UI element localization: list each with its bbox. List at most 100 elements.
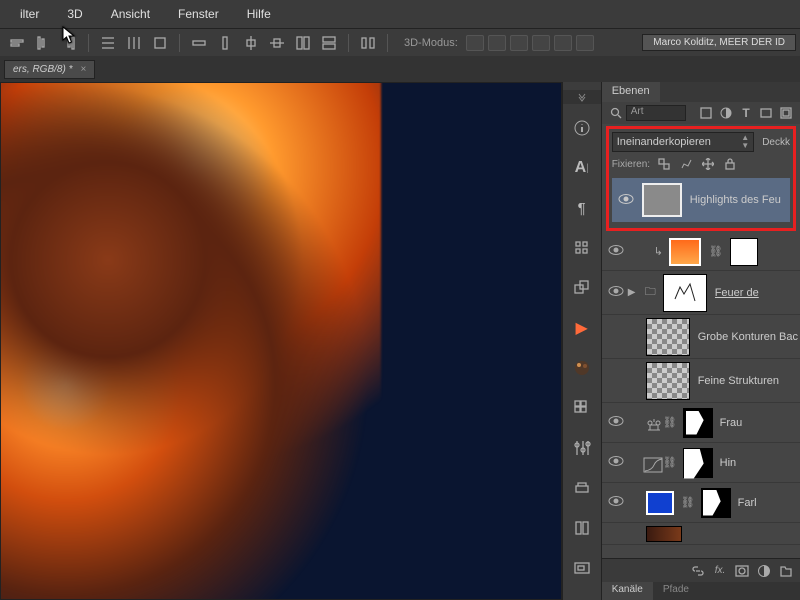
visibility-toggle[interactable]	[604, 495, 628, 510]
menu-help[interactable]: Hilfe	[233, 7, 285, 21]
mask-icon[interactable]	[732, 561, 752, 581]
visibility-toggle[interactable]	[604, 285, 628, 300]
menu-window[interactable]: Fenster	[164, 7, 233, 21]
align-icon[interactable]	[32, 32, 54, 54]
filter-pixel-icon[interactable]	[697, 104, 715, 122]
layer-mask[interactable]	[701, 488, 731, 518]
adjustment-layer-icon[interactable]	[754, 561, 774, 581]
filter-smart-icon[interactable]	[777, 104, 795, 122]
group-icon[interactable]	[776, 561, 796, 581]
workspace-button[interactable]: Marco Kolditz, MEER DER ID	[642, 34, 796, 51]
3d-toggle-button[interactable]	[532, 35, 550, 51]
paragraph-icon[interactable]: ¶	[568, 194, 596, 222]
fx-icon[interactable]: fx.	[710, 561, 730, 581]
align-icon[interactable]	[292, 32, 314, 54]
layer-thumbnail[interactable]	[663, 274, 707, 312]
layer-thumbnail[interactable]	[669, 238, 701, 266]
layer-row[interactable]: Feine Strukturen	[602, 359, 800, 403]
link-icon[interactable]: ⛓	[709, 245, 723, 258]
channels-tab[interactable]: Kanäle	[602, 582, 653, 600]
options-toolbar: 3D-Modus: Marco Kolditz, MEER DER ID	[0, 28, 800, 56]
layer-row[interactable]: ⛓ Farl	[602, 483, 800, 523]
3d-toggle-button[interactable]	[466, 35, 484, 51]
visibility-toggle[interactable]	[604, 244, 628, 259]
layer-name[interactable]: Farl	[738, 497, 757, 509]
lock-transparency-icon[interactable]	[656, 156, 672, 172]
filter-adjustment-icon[interactable]	[717, 104, 735, 122]
layer-thumbnail[interactable]	[646, 491, 674, 515]
layer-row[interactable]: Grobe Konturen Bac	[602, 315, 800, 359]
layer-row[interactable]: ⛓ Frau	[602, 403, 800, 443]
layer-filter-select[interactable]: Art	[626, 105, 686, 121]
history-icon[interactable]	[568, 514, 596, 542]
info-icon[interactable]	[568, 114, 596, 142]
color-icon[interactable]	[568, 354, 596, 382]
blend-mode-select[interactable]: Ineinanderkopieren ▲▼	[612, 132, 755, 152]
search-icon[interactable]	[607, 104, 625, 122]
layer-row[interactable]: ↳ ⛓	[602, 233, 800, 271]
layer-name[interactable]: Highlights des Feu	[690, 194, 781, 206]
lock-all-icon[interactable]	[722, 156, 738, 172]
layer-mask[interactable]	[683, 448, 713, 478]
layers-tab[interactable]: Ebenen	[602, 82, 660, 102]
align-icon[interactable]	[240, 32, 262, 54]
layer-mask[interactable]	[683, 408, 713, 438]
align-icon[interactable]	[6, 32, 28, 54]
visibility-toggle[interactable]	[604, 415, 628, 430]
layer-row[interactable]: ▶ 🗀 Feuer de	[602, 271, 800, 315]
menu-3d[interactable]: 3D	[53, 7, 96, 21]
layer-mask[interactable]	[730, 238, 758, 266]
3d-toggle-button[interactable]	[554, 35, 572, 51]
navigator-icon[interactable]	[568, 554, 596, 582]
visibility-toggle[interactable]	[604, 455, 628, 470]
3d-toggle-button[interactable]	[510, 35, 528, 51]
filter-shape-icon[interactable]	[757, 104, 775, 122]
document-tab[interactable]: ers, RGB/8) * ×	[4, 60, 95, 79]
distribute-icon[interactable]	[149, 32, 171, 54]
brush-icon[interactable]	[568, 234, 596, 262]
align-icon[interactable]	[58, 32, 80, 54]
actions-play-icon[interactable]: ▶	[568, 314, 596, 342]
paths-tab[interactable]: Pfade	[653, 582, 699, 600]
adjustments-icon[interactable]	[568, 434, 596, 462]
align-icon[interactable]	[266, 32, 288, 54]
canvas[interactable]	[0, 82, 562, 600]
layer-name[interactable]: Feine Strukturen	[698, 375, 779, 387]
layer-name[interactable]: Hin	[720, 457, 737, 469]
menu-view[interactable]: Ansicht	[97, 7, 164, 21]
3d-toggle-button[interactable]	[576, 35, 594, 51]
expand-toggle[interactable]: ▶	[628, 287, 642, 298]
link-layers-icon[interactable]	[688, 561, 708, 581]
character-icon[interactable]: A|	[565, 154, 599, 182]
close-icon[interactable]: ×	[80, 64, 86, 75]
lock-pixels-icon[interactable]	[678, 156, 694, 172]
lock-position-icon[interactable]	[700, 156, 716, 172]
layer-name[interactable]: Grobe Konturen Bac	[698, 331, 798, 343]
distribute-icon[interactable]	[357, 32, 379, 54]
menu-filter[interactable]: ilter	[6, 7, 53, 21]
collapse-icon[interactable]	[563, 90, 601, 104]
layer-row[interactable]	[602, 523, 800, 545]
layer-name[interactable]: Feuer de	[715, 287, 759, 299]
filter-type-icon[interactable]: T	[737, 104, 755, 122]
3d-toggle-button[interactable]	[488, 35, 506, 51]
align-icon[interactable]	[318, 32, 340, 54]
distribute-icon[interactable]	[97, 32, 119, 54]
styles-icon[interactable]	[568, 474, 596, 502]
layer-thumbnail[interactable]	[642, 183, 682, 217]
layer-thumbnail[interactable]	[646, 526, 682, 542]
link-icon[interactable]: ⛓	[663, 416, 677, 429]
distribute-icon[interactable]	[123, 32, 145, 54]
layer-row[interactable]: ⛓ Hin	[602, 443, 800, 483]
layer-name[interactable]: Frau	[720, 417, 743, 429]
visibility-toggle[interactable]	[614, 193, 638, 208]
align-icon[interactable]	[214, 32, 236, 54]
clone-source-icon[interactable]	[568, 274, 596, 302]
link-icon[interactable]: ⛓	[681, 496, 695, 509]
menubar: ilter 3D Ansicht Fenster Hilfe	[0, 0, 800, 28]
layer-thumbnail[interactable]	[646, 362, 690, 400]
swatches-icon[interactable]	[568, 394, 596, 422]
link-icon[interactable]: ⛓	[663, 456, 677, 469]
align-icon[interactable]	[188, 32, 210, 54]
layer-thumbnail[interactable]	[646, 318, 690, 356]
